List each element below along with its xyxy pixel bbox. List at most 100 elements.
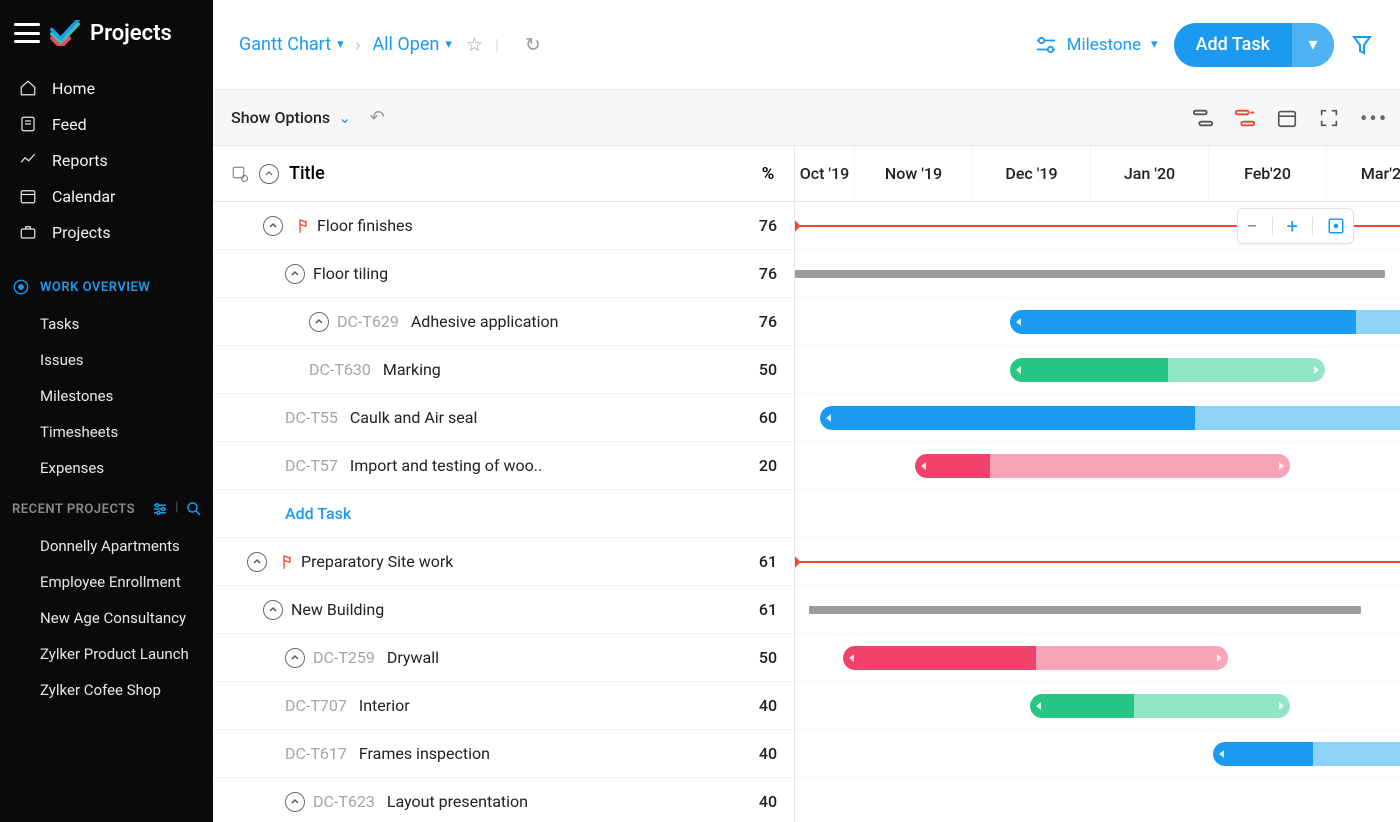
timeline-col: Feb'20	[1209, 146, 1327, 201]
sliders-icon[interactable]	[151, 500, 169, 518]
undo-icon[interactable]: ↶	[370, 107, 385, 128]
recent-project-item[interactable]: Employee Enrollment	[0, 564, 213, 600]
filter-icon[interactable]	[1350, 33, 1374, 57]
sidebar-item-issues[interactable]: Issues	[0, 342, 213, 378]
gantt-row[interactable]: DC-T707Interior40	[213, 682, 794, 730]
nav-reports[interactable]: Reports	[0, 142, 213, 178]
gantt-row[interactable]: DC-T617Frames inspection40	[213, 730, 794, 778]
nav-home[interactable]: Home	[0, 70, 213, 106]
add-task-button[interactable]: Add Task ▾	[1174, 23, 1334, 67]
collapse-icon[interactable]	[285, 792, 305, 812]
recent-project-item[interactable]: Zylker Product Launch	[0, 636, 213, 672]
more-icon[interactable]: •••	[1360, 107, 1382, 129]
task-bar[interactable]	[1030, 694, 1290, 718]
nav-calendar[interactable]: Calendar	[0, 178, 213, 214]
chart-row	[795, 586, 1400, 634]
gantt-left-pane: Title % Floor finishes76Floor tiling76DC…	[213, 146, 795, 822]
collapse-icon[interactable]	[309, 312, 329, 332]
collapse-icon[interactable]	[263, 600, 283, 620]
recent-project-item[interactable]: New Age Consultancy	[0, 600, 213, 636]
gantt-row[interactable]: Preparatory Site work61	[213, 538, 794, 586]
summary-bar[interactable]	[809, 606, 1361, 614]
gantt-row[interactable]: Add Task	[213, 490, 794, 538]
task-bar[interactable]	[1010, 310, 1400, 334]
chart-row	[795, 250, 1400, 298]
section-work-overview[interactable]: WORK OVERVIEW	[0, 268, 213, 306]
nav-projects[interactable]: Projects	[0, 214, 213, 250]
section-label: WORK OVERVIEW	[40, 280, 150, 295]
app-title: Projects	[90, 21, 172, 46]
task-bar[interactable]	[915, 454, 1290, 478]
percent-cell: 61	[742, 600, 794, 619]
chevron-down-icon: ⌄	[338, 108, 351, 127]
critical-path-icon[interactable]	[1192, 107, 1214, 129]
gantt-row[interactable]: Floor tiling76	[213, 250, 794, 298]
add-task-dropdown[interactable]: ▾	[1292, 23, 1334, 67]
sidebar-item-tasks[interactable]: Tasks	[0, 306, 213, 342]
show-options-toggle[interactable]: Show Options⌄	[231, 108, 352, 127]
sidebar-item-milestones[interactable]: Milestones	[0, 378, 213, 414]
caret-down-icon: ▾	[1151, 37, 1158, 52]
percent-cell: 60	[742, 408, 794, 427]
nav-list: Home Feed Reports Calendar Projects	[0, 70, 213, 268]
add-task-inline[interactable]: Add Task	[285, 504, 351, 523]
crumb-filter[interactable]: All Open ▾	[372, 34, 451, 55]
task-bar[interactable]	[820, 406, 1400, 430]
baseline-icon[interactable]	[1234, 107, 1256, 129]
zoom-in-button[interactable]: +	[1287, 214, 1298, 238]
collapse-icon[interactable]	[263, 216, 283, 236]
milestone-icon	[275, 553, 293, 571]
percent-cell: 50	[742, 648, 794, 667]
zoom-control: − +	[1237, 208, 1354, 244]
sidebar: Projects Home Feed Reports Calendar Proj…	[0, 0, 213, 822]
chart-row	[795, 346, 1400, 394]
task-bar[interactable]	[1213, 742, 1400, 766]
task-bar[interactable]	[843, 646, 1228, 670]
column-header: Title %	[213, 146, 794, 202]
hamburger-icon[interactable]	[14, 23, 40, 43]
today-icon[interactable]	[1276, 107, 1298, 129]
refresh-icon[interactable]: ↻	[525, 33, 541, 56]
percent-cell: 76	[742, 312, 794, 331]
zoom-out-button[interactable]: −	[1246, 214, 1257, 238]
gantt-row[interactable]: DC-T630Marking50	[213, 346, 794, 394]
fullscreen-icon[interactable]	[1318, 107, 1340, 129]
chart-row	[795, 298, 1400, 346]
gantt-row[interactable]: New Building61	[213, 586, 794, 634]
zoom-fit-button[interactable]	[1327, 217, 1345, 235]
section-label: RECENT PROJECTS	[12, 502, 135, 517]
section-recent-projects[interactable]: RECENT PROJECTS |	[0, 490, 213, 528]
collapse-icon[interactable]	[285, 648, 305, 668]
chart-row	[795, 394, 1400, 442]
gantt-row[interactable]: DC-T629Adhesive application76	[213, 298, 794, 346]
recent-project-item[interactable]: Zylker Cofee Shop	[0, 672, 213, 708]
groupby-milestone[interactable]: Milestone ▾	[1035, 35, 1158, 55]
summary-bar[interactable]	[795, 270, 1385, 278]
crumb-view[interactable]: Gantt Chart ▾	[239, 34, 344, 55]
topbar: Gantt Chart ▾ › All Open ▾ ☆ | ↻ Milesto…	[213, 0, 1400, 90]
gantt-row[interactable]: DC-T623Layout presentation40	[213, 778, 794, 822]
gantt-row[interactable]: DC-T57Import and testing of woo..20	[213, 442, 794, 490]
gantt-row[interactable]: Floor finishes76	[213, 202, 794, 250]
search-icon[interactable]	[185, 500, 203, 518]
gantt-row[interactable]: DC-T259Drywall50	[213, 634, 794, 682]
gantt-row[interactable]: DC-T55Caulk and Air seal60	[213, 394, 794, 442]
sidebar-item-timesheets[interactable]: Timesheets	[0, 414, 213, 450]
task-bar[interactable]	[1010, 358, 1325, 382]
sidebar-header: Projects	[0, 0, 213, 70]
expand-all-icon[interactable]	[259, 164, 279, 184]
overview-icon	[12, 278, 30, 296]
sidebar-item-expenses[interactable]: Expenses	[0, 450, 213, 486]
config-icon[interactable]	[231, 165, 249, 183]
milestone-bar[interactable]	[795, 561, 1400, 563]
timeline-col: Oct '19	[795, 146, 855, 201]
nav-label: Reports	[52, 151, 108, 170]
nav-feed[interactable]: Feed	[0, 106, 213, 142]
nav-label: Projects	[52, 223, 111, 242]
collapse-icon[interactable]	[247, 552, 267, 572]
star-icon[interactable]: ☆	[466, 33, 483, 56]
chart-row	[795, 634, 1400, 682]
collapse-icon[interactable]	[285, 264, 305, 284]
main-area: Gantt Chart ▾ › All Open ▾ ☆ | ↻ Milesto…	[213, 0, 1400, 822]
recent-project-item[interactable]: Donnelly Apartments	[0, 528, 213, 564]
